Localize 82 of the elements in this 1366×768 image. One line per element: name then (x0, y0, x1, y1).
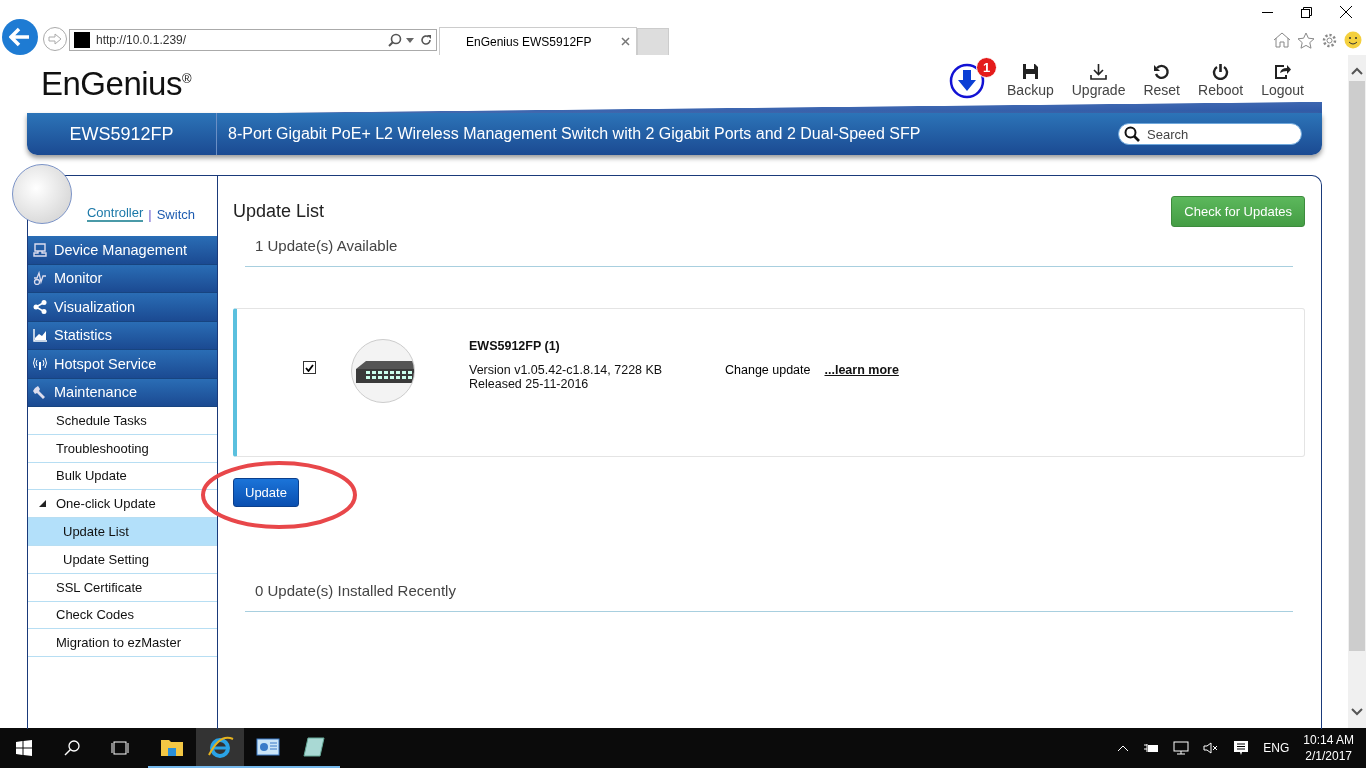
network-icon[interactable] (1173, 741, 1190, 755)
menu-item[interactable]: Visualization (28, 293, 217, 322)
address-bar[interactable]: http://10.0.1.239/ (69, 29, 437, 51)
wireless-icon (33, 356, 48, 371)
download-icon (1090, 63, 1108, 80)
device-description: 8-Port Gigabit PoE+ L2 Wireless Management Switch with 2 Gigabit Ports and 2 Dual-Speed SFP (227, 125, 922, 143)
task-view-icon (110, 741, 130, 755)
back-arrow-icon (9, 27, 31, 47)
battery-icon[interactable] (1143, 742, 1160, 754)
taskbar-app[interactable] (196, 728, 244, 768)
settings-icon[interactable] (1321, 31, 1338, 49)
checkbox[interactable] (303, 361, 316, 374)
change-label: Change update (725, 363, 811, 377)
smiley-icon[interactable] (1344, 31, 1362, 49)
device-photo-placeholder (12, 164, 72, 224)
logout-icon (1274, 63, 1292, 80)
chart-icon (33, 328, 48, 343)
clock-date: 2/1/2017 (1305, 748, 1352, 764)
favicon-icon (74, 32, 90, 48)
notification-badge: 1 (976, 57, 998, 78)
search-icon[interactable] (388, 33, 402, 47)
mode-link[interactable]: Switch (156, 207, 195, 222)
save-button[interactable]: Backup (1003, 61, 1058, 100)
refresh-icon[interactable] (420, 34, 432, 46)
menu-item[interactable]: Statistics (28, 321, 217, 350)
search-icon (1124, 126, 1140, 142)
menu-item[interactable]: Monitor (28, 264, 217, 293)
device-icon (33, 242, 48, 257)
back-button[interactable] (2, 19, 38, 55)
page-title: Update List (233, 201, 325, 222)
menu-item[interactable]: Hotspot Service (28, 350, 217, 379)
submenu-item[interactable]: SSL Certificate (28, 573, 217, 602)
monitor-icon (33, 271, 48, 286)
search-icon (64, 740, 80, 756)
reset-button[interactable]: Reset (1139, 61, 1184, 100)
home-icon[interactable] (1273, 32, 1291, 48)
submenu-item[interactable]: Troubleshooting (28, 434, 217, 463)
power-icon (1212, 63, 1230, 80)
close-icon[interactable] (1340, 6, 1352, 18)
restore-icon[interactable] (1301, 6, 1312, 18)
wrench-icon (33, 385, 48, 400)
scrollbar-thumb[interactable] (1349, 81, 1365, 651)
learn-more-link[interactable]: ...learn more (824, 363, 899, 377)
update-notification[interactable]: 1 (949, 57, 998, 99)
menu-item[interactable]: Maintenance (28, 378, 217, 407)
minimize-icon[interactable] (1262, 11, 1273, 13)
submenu-item[interactable]: Migration to ezMaster (28, 629, 217, 658)
muted-speaker-icon[interactable] (1203, 742, 1220, 754)
submenu-item[interactable]: Update List (28, 518, 217, 546)
download-button[interactable]: Upgrade (1067, 61, 1130, 100)
reset-icon (1153, 63, 1171, 80)
submenu-item[interactable]: Bulk Update (28, 462, 217, 491)
submenu-item[interactable]: Schedule Tasks (28, 407, 217, 435)
clock-time: 10:14 AM (1303, 732, 1354, 748)
tab-title: EnGenius EWS5912FP (466, 34, 592, 49)
submenu-item[interactable]: Check Codes (28, 601, 217, 630)
device-name: EWS5912FP (1) (469, 339, 561, 353)
dropdown-icon[interactable] (406, 37, 414, 43)
share-icon (33, 299, 48, 314)
triangle-icon (39, 500, 46, 508)
power-button[interactable]: Reboot (1194, 61, 1248, 100)
update-button[interactable]: Update (233, 478, 299, 507)
section-heading: 1 Update(s) Available (245, 227, 1293, 267)
chevron-up-icon[interactable] (1117, 744, 1130, 752)
mode-link[interactable]: Controller (86, 205, 144, 222)
forward-arrow-icon (48, 33, 62, 45)
separator-text: | (148, 207, 152, 222)
version-text: Version v1.05.42-c1.8.14, 7228 KB (469, 363, 664, 377)
menu-item[interactable]: Device Management (28, 236, 217, 265)
address-url: http://10.0.1.239/ (96, 33, 188, 47)
submenu-item[interactable]: Update Setting (28, 546, 217, 574)
notification-icon[interactable] (1233, 740, 1250, 756)
language-indicator[interactable]: ENG (1263, 741, 1290, 755)
clock[interactable]: 10:14 AM 2/1/2017 (1303, 732, 1354, 764)
model-name: EWS5912FP (27, 113, 217, 155)
logout-button[interactable]: Logout (1257, 61, 1308, 100)
star-icon[interactable] (1297, 31, 1315, 49)
release-date: Released 25-11-2016 (469, 377, 590, 391)
section-heading: 0 Update(s) Installed Recently (245, 572, 1293, 612)
windows-logo-icon (16, 740, 32, 756)
search-field[interactable]: Search (1118, 123, 1302, 145)
logo-text: EnGenius$^{®}$ (41, 67, 192, 100)
